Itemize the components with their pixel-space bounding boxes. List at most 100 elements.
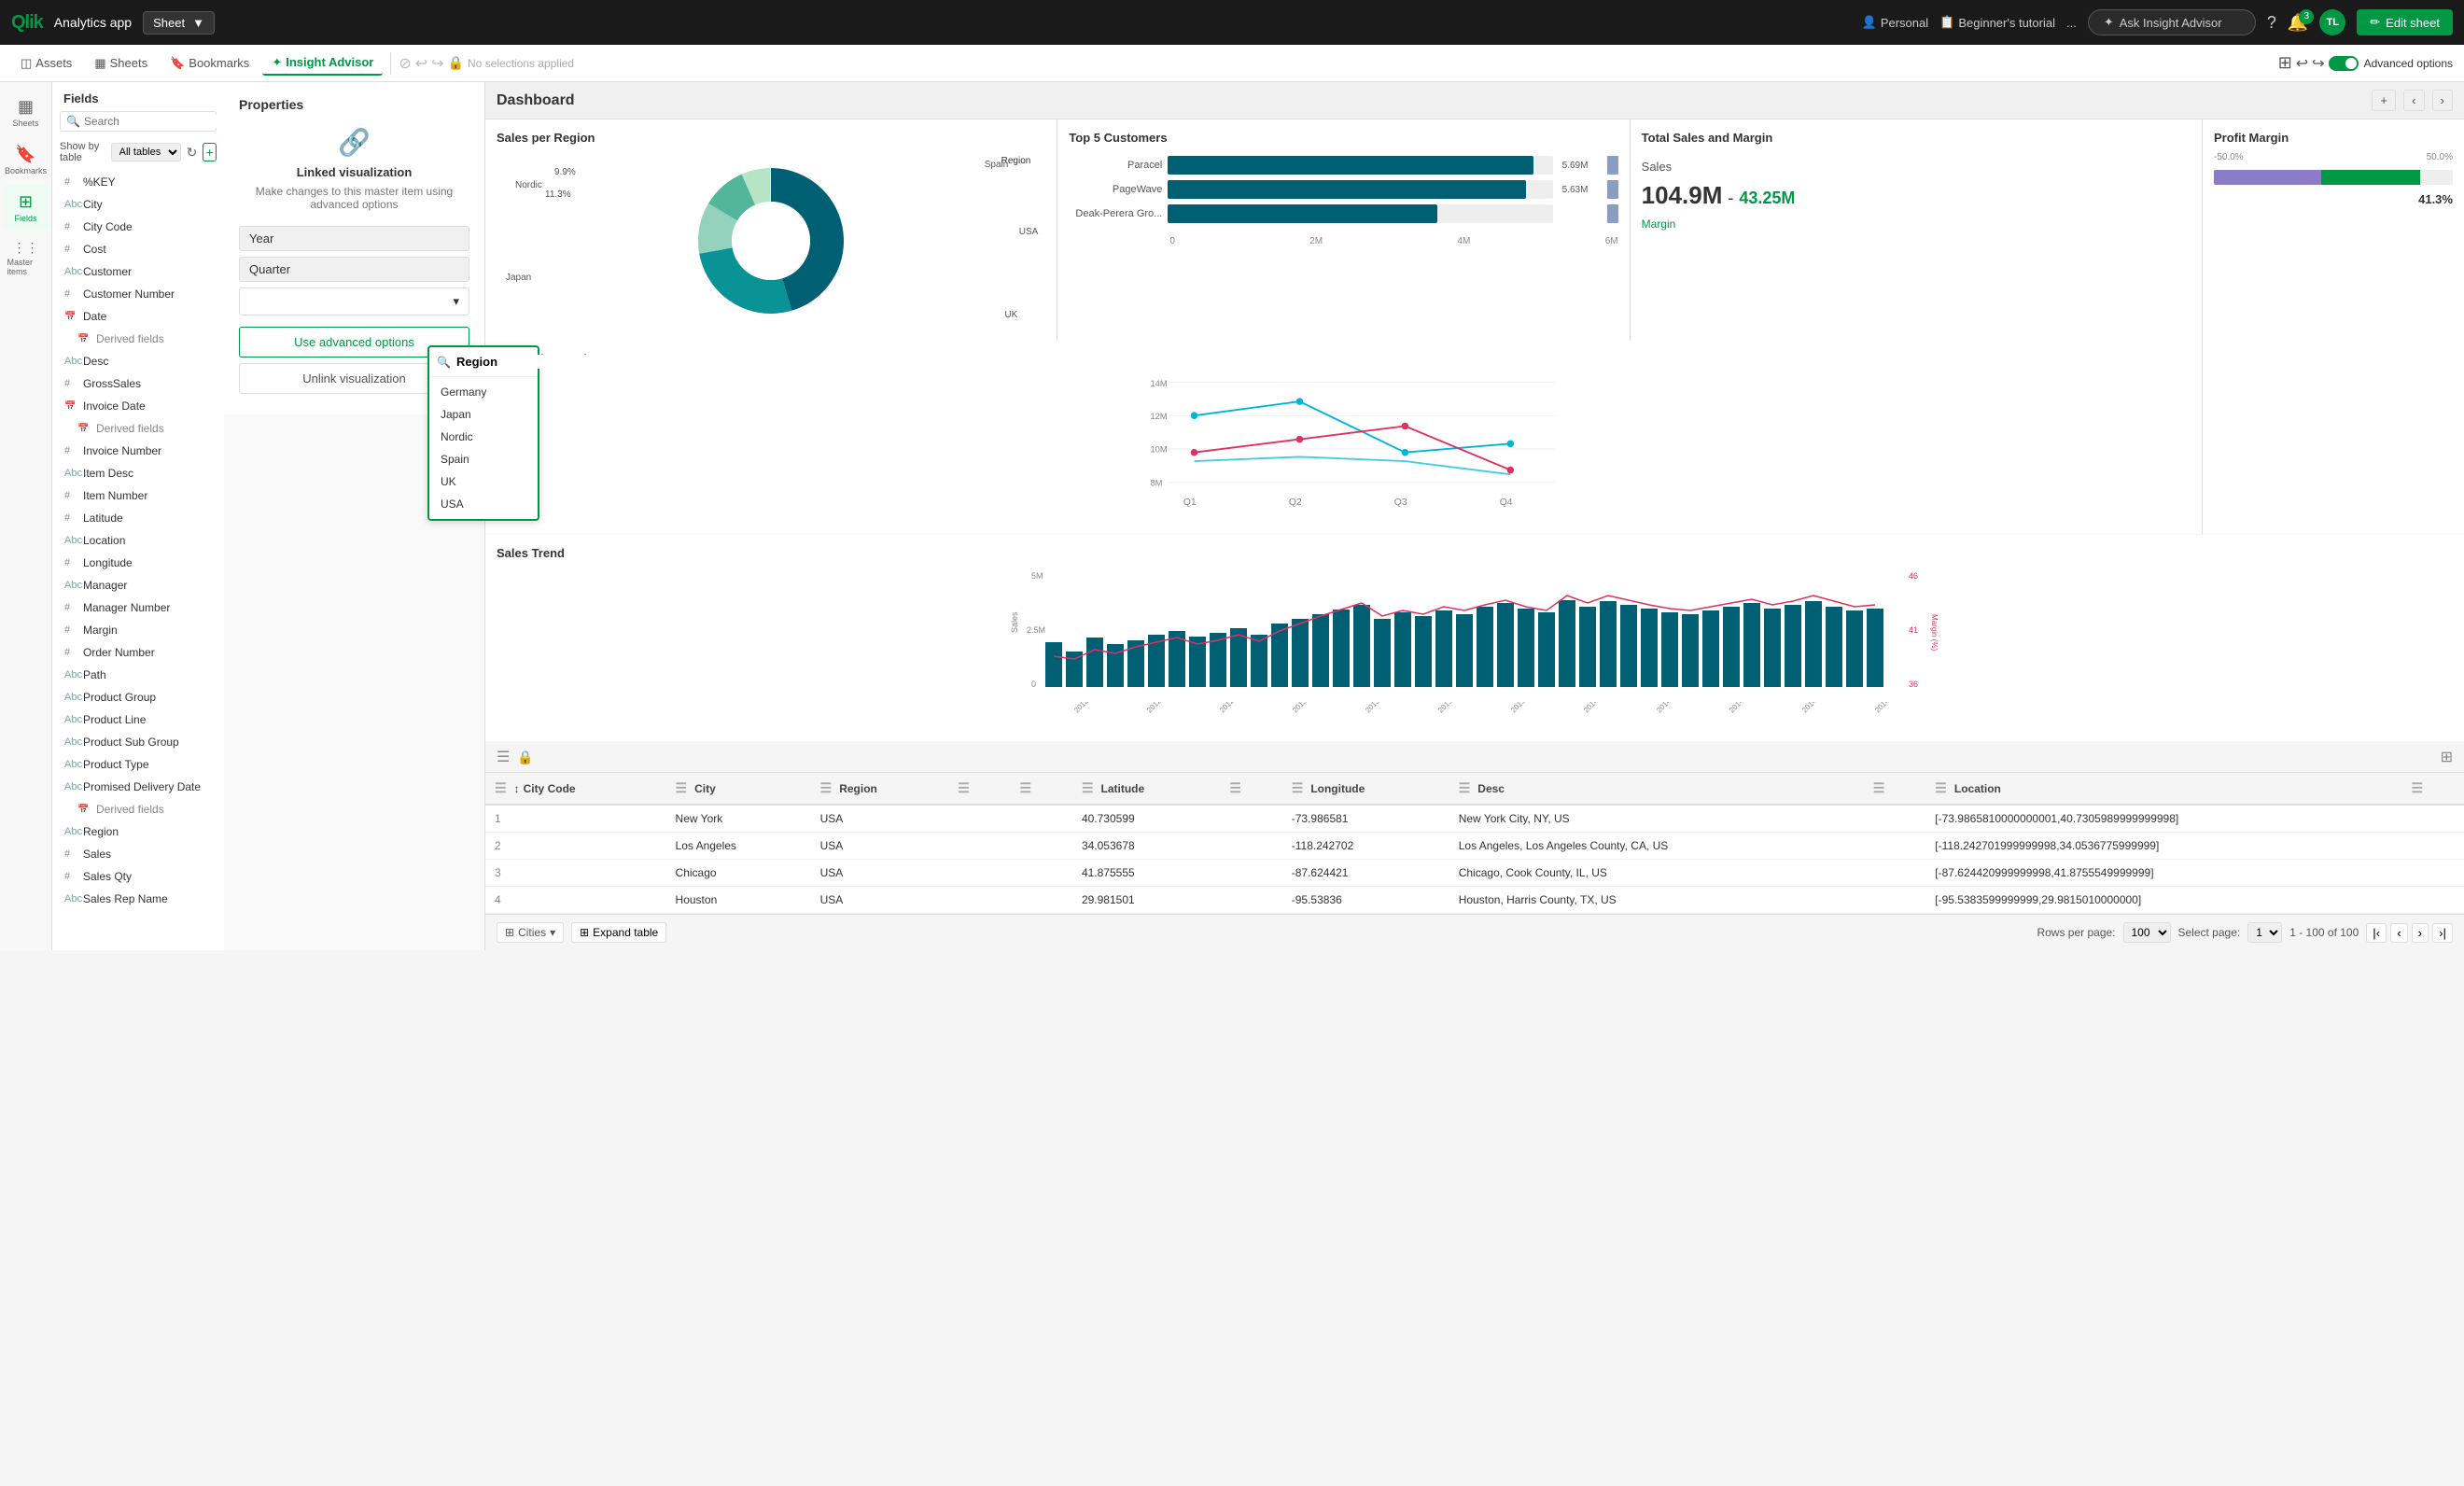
top5-bar-chart: Paracel 5.69M PageWave 5.63M — [1069, 152, 1617, 232]
sheets-icon: ▦ — [94, 56, 105, 71]
field-item-desc[interactable]: AbcItem Desc — [52, 462, 224, 484]
table-select[interactable]: All tables — [111, 143, 181, 161]
user-avatar[interactable]: TL — [2319, 9, 2345, 35]
ask-advisor-button[interactable]: ✦ Ask Insight Advisor — [2088, 9, 2256, 35]
edit-icon: ✏ — [2370, 15, 2380, 30]
region-header: Region — [1001, 156, 1031, 166]
show-by-label: Show by table — [60, 141, 105, 163]
page-select[interactable]: 1 — [2247, 922, 2282, 943]
field-city-code[interactable]: #City Code — [52, 216, 224, 238]
expand-table-button[interactable]: ⊞ Expand table — [571, 922, 666, 943]
field-margin[interactable]: #Margin — [52, 619, 224, 641]
advanced-options-toggle[interactable]: Advanced options — [2329, 56, 2453, 71]
last-page-button[interactable]: ›| — [2432, 923, 2453, 943]
insight-advisor-button[interactable]: ✦ Insight Advisor — [262, 51, 383, 76]
sheet-selector[interactable]: Sheet ▼ — [143, 11, 215, 35]
region-item-japan[interactable]: Japan — [429, 403, 538, 426]
personal-nav[interactable]: 👤 Personal — [1862, 15, 1929, 30]
field-invoice-date-derived[interactable]: 📅Derived fields — [52, 417, 224, 440]
add-field-button[interactable]: + — [203, 143, 217, 161]
next-page-button[interactable]: › — [2432, 90, 2453, 111]
property-dropdown[interactable]: ▾ — [239, 287, 469, 315]
field-desc[interactable]: AbcDesc — [52, 350, 224, 372]
field-path[interactable]: AbcPath — [52, 664, 224, 686]
notification-icon[interactable]: 🔔3 — [2288, 13, 2308, 33]
add-chart-button[interactable]: + — [2372, 90, 2396, 111]
sidebar-item-masteritems[interactable]: ⋮⋮ Master items — [4, 232, 49, 284]
field-sales[interactable]: #Sales — [52, 843, 224, 865]
field-cost[interactable]: #Cost — [52, 238, 224, 260]
region-search-input[interactable] — [456, 355, 620, 369]
sidebar-item-bookmarks[interactable]: 🔖 Bookmarks — [4, 137, 49, 183]
field-city[interactable]: AbcCity — [52, 193, 224, 216]
search-input[interactable] — [84, 115, 224, 128]
field-manager-number[interactable]: #Manager Number — [52, 596, 224, 619]
prev-page-button[interactable]: ‹ — [2403, 90, 2424, 111]
refresh-button[interactable]: ↻ — [187, 145, 198, 161]
field-region[interactable]: AbcRegion — [52, 820, 224, 843]
fields-search-box[interactable]: 🔍 — [60, 111, 217, 132]
margin-value: 43.25M — [1739, 189, 1795, 208]
table-toolbar: ☰ 🔒 ⊞ — [485, 742, 2464, 773]
field-date-derived[interactable]: 📅Derived fields — [52, 328, 224, 350]
help-icon[interactable]: ? — [2267, 13, 2276, 33]
more-nav[interactable]: ... — [2066, 16, 2077, 30]
grid-icon[interactable]: ⊞ — [2278, 53, 2292, 73]
search-icon: 🔍 — [437, 356, 451, 369]
qlik-logo[interactable]: Qlik — [11, 12, 43, 34]
sales-trend-title: Sales Trend — [497, 546, 2453, 560]
fields-title: Fields — [52, 82, 224, 111]
field-invoice-number[interactable]: #Invoice Number — [52, 440, 224, 462]
sheets-button[interactable]: ▦ Sheets — [85, 52, 157, 75]
prev-page-button[interactable]: ‹ — [2390, 923, 2407, 943]
field-item-number[interactable]: #Item Number — [52, 484, 224, 507]
lock-table-icon: 🔒 — [517, 750, 533, 765]
region-item-usa[interactable]: USA — [429, 493, 538, 515]
region-item-germany[interactable]: Germany — [429, 381, 538, 403]
toggle-knob — [2345, 58, 2357, 69]
edit-sheet-button[interactable]: ✏ Edit sheet — [2357, 9, 2453, 35]
field-product-line[interactable]: AbcProduct Line — [52, 708, 224, 731]
field-sales-qty[interactable]: #Sales Qty — [52, 865, 224, 888]
redo-icon[interactable]: ↪ — [2312, 54, 2324, 73]
sidebar-item-sheets[interactable]: ▦ Sheets — [4, 90, 49, 135]
field-promised-delivery[interactable]: AbcPromised Delivery Date — [52, 776, 224, 798]
sidebar-item-fields[interactable]: ⊞ Fields — [4, 185, 49, 231]
region-item-uk[interactable]: UK — [429, 470, 538, 493]
sort-icon[interactable]: ↕ — [514, 782, 520, 795]
region-item-spain[interactable]: Spain — [429, 448, 538, 470]
first-page-button[interactable]: |‹ — [2366, 923, 2387, 943]
field-promised-derived[interactable]: 📅Derived fields — [52, 798, 224, 820]
field-sales-rep[interactable]: AbcSales Rep Name — [52, 888, 224, 910]
field-location[interactable]: AbcLocation — [52, 529, 224, 552]
field-latitude[interactable]: #Latitude — [52, 507, 224, 529]
field-gross-sales[interactable]: #GrossSales — [52, 372, 224, 395]
sidebar-masteritems-label: Master items — [7, 258, 45, 276]
region-item-nordic[interactable]: Nordic — [429, 426, 538, 448]
field-invoice-date[interactable]: 📅Invoice Date — [52, 395, 224, 417]
field-product-type[interactable]: AbcProduct Type — [52, 753, 224, 776]
field-customer-number[interactable]: #Customer Number — [52, 283, 224, 305]
field-key[interactable]: #%KEY — [52, 171, 224, 193]
field-date[interactable]: 📅Date — [52, 305, 224, 328]
bar-row-deakperera: Deak-Perera Gro... — [1069, 204, 1617, 223]
svg-text:0: 0 — [1031, 680, 1036, 689]
field-longitude[interactable]: #Longitude — [52, 552, 224, 574]
next-page-button[interactable]: › — [2412, 923, 2429, 943]
assets-button[interactable]: ◫ Assets — [11, 52, 81, 75]
undo-icon[interactable]: ↩ — [2296, 54, 2308, 73]
field-customer[interactable]: AbcCustomer — [52, 260, 224, 283]
properties-title: Properties — [239, 97, 469, 112]
paracel-mini — [1607, 156, 1618, 175]
toggle-pill[interactable] — [2329, 56, 2359, 71]
field-manager[interactable]: AbcManager — [52, 574, 224, 596]
donut-chart-svg — [687, 157, 855, 325]
field-product-group[interactable]: AbcProduct Group — [52, 686, 224, 708]
field-order-number[interactable]: #Order Number — [52, 641, 224, 664]
rows-per-page-select[interactable]: 100 50 25 — [2123, 922, 2171, 943]
bookmarks-button[interactable]: 🔖 Bookmarks — [161, 52, 259, 75]
field-product-sub-group[interactable]: AbcProduct Sub Group — [52, 731, 224, 753]
handle-city-code[interactable]: ☰ — [495, 780, 507, 796]
source-dropdown-icon[interactable]: ▾ — [550, 926, 555, 939]
tutorial-nav[interactable]: 📋 Beginner's tutorial — [1939, 15, 2055, 30]
